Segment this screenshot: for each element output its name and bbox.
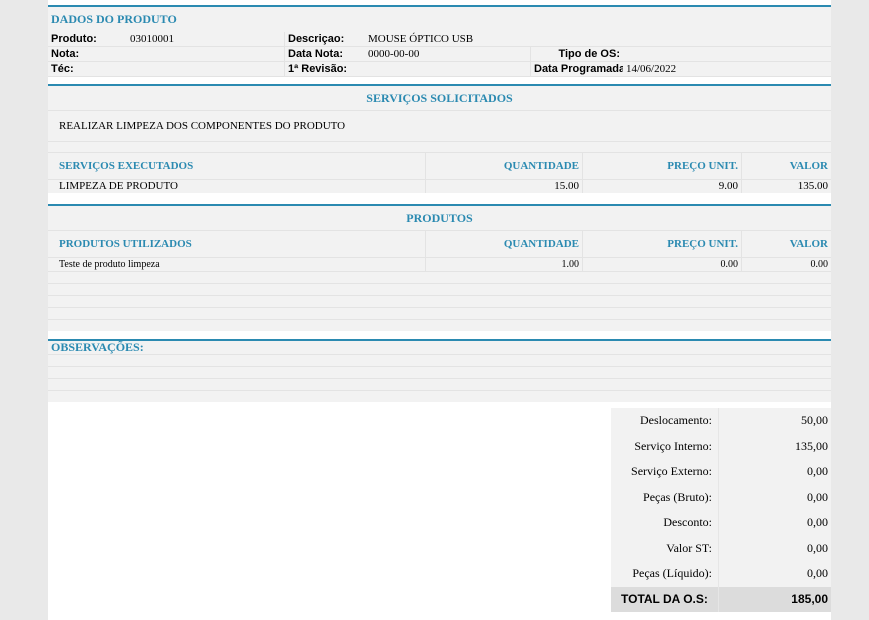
product-desc: Teste de produto limpeza	[48, 258, 426, 271]
service-value: 135.00	[797, 180, 828, 192]
tec-value	[127, 62, 285, 76]
data-nota-value: 0000-00-00	[365, 47, 531, 61]
servico-externo-value: 0,00	[719, 459, 831, 485]
totals-row: Serviço Externo: 0,00	[611, 459, 831, 485]
deslocamento-value: 50,00	[719, 408, 831, 434]
table-row: Teste de produto limpeza 1.00 0.00 0.00	[48, 257, 831, 271]
product-info-row: Nota: Data Nota: 0000-00-00 Tipo de OS:	[48, 47, 831, 62]
total-row: TOTAL DA O.S: 185,00	[611, 586, 831, 612]
totals-row: Valor ST: 0,00	[611, 535, 831, 561]
descricao-value: MOUSE ÓPTICO USB	[368, 33, 474, 45]
col-quantidade: QUANTIDADE	[426, 153, 583, 179]
service-desc: LIMPEZA DE PRODUTO	[48, 180, 426, 193]
desconto-label: Desconto:	[611, 510, 719, 536]
col-preco-unit: PREÇO UNIT.	[583, 153, 742, 179]
tipo-os-label: Tipo de OS:	[558, 48, 620, 60]
produto-value: 03010001	[127, 32, 285, 46]
totals-row: Peças (Bruto): 0,00	[611, 484, 831, 510]
valor-st-value: 0,00	[719, 535, 831, 561]
produto-label: Produto:	[51, 33, 97, 45]
nota-value	[127, 47, 285, 61]
product-info-row: Téc: 1ª Revisão: Data Programada: 14/06/…	[48, 62, 831, 77]
tec-label: Téc:	[51, 63, 74, 75]
pecas-bruto-value: 0,00	[719, 484, 831, 510]
revisao-value	[365, 62, 531, 76]
total-value: 185,00	[719, 586, 831, 612]
table-row: LIMPEZA DE PRODUTO 15.00 9.00 135.00	[48, 179, 831, 193]
product-qty: 1.00	[426, 258, 583, 271]
data-programada-value: 14/06/2022	[626, 63, 677, 75]
servico-interno-value: 135,00	[719, 433, 831, 459]
revisao-label: 1ª Revisão:	[288, 63, 348, 75]
pecas-liquido-label: Peças (Líquido):	[611, 561, 719, 587]
totals-panel: Deslocamento: 50,00 Serviço Interno: 135…	[611, 408, 831, 612]
descricao-label: Descriçao:	[288, 33, 345, 45]
totals-row: Serviço Interno: 135,00	[611, 433, 831, 459]
product-section-title: DADOS DO PRODUTO	[48, 7, 831, 32]
col-valor: VALOR	[789, 238, 828, 250]
observations-title: OBSERVAÇÕES:	[48, 341, 831, 354]
valor-st-label: Valor ST:	[611, 535, 719, 561]
deslocamento-label: Deslocamento:	[611, 408, 719, 434]
tipo-os-value	[623, 47, 831, 61]
col-servicos-executados: SERVIÇOS EXECUTADOS	[48, 153, 426, 179]
servico-externo-label: Serviço Externo:	[611, 459, 719, 485]
totals-row: Peças (Líquido): 0,00	[611, 561, 831, 587]
order-document: DADOS DO PRODUTO Produto: 03010001 Descr…	[48, 0, 831, 620]
pecas-bruto-label: Peças (Bruto):	[611, 484, 719, 510]
product-value: 0.00	[810, 259, 829, 270]
col-preco-unit: PREÇO UNIT.	[583, 231, 742, 257]
pecas-liquido-value: 0,00	[719, 561, 831, 587]
nota-label: Nota:	[51, 48, 80, 60]
totals-row: Deslocamento: 50,00	[611, 408, 831, 434]
servico-interno-label: Serviço Interno:	[611, 433, 719, 459]
totals-row: Desconto: 0,00	[611, 510, 831, 536]
col-produtos-utilizados: PRODUTOS UTILIZADOS	[48, 231, 426, 257]
data-programada-label: Data Programada:	[534, 63, 623, 75]
service-qty: 15.00	[426, 180, 583, 193]
products-table-header: PRODUTOS UTILIZADOS QUANTIDADE PREÇO UNI…	[48, 230, 831, 257]
services-description: REALIZAR LIMPEZA DOS COMPONENTES DO PROD…	[48, 110, 831, 141]
col-quantidade: QUANTIDADE	[426, 231, 583, 257]
products-section-title: PRODUTOS	[48, 206, 831, 230]
desconto-value: 0,00	[719, 510, 831, 536]
services-section-title: SERVIÇOS SOLICITADOS	[48, 86, 831, 110]
product-info-row: Produto: 03010001 Descriçao: MOUSE ÓPTIC…	[48, 32, 831, 47]
product-price: 0.00	[583, 258, 742, 271]
service-price: 9.00	[583, 180, 742, 193]
total-label: TOTAL DA O.S:	[611, 586, 719, 612]
data-nota-label: Data Nota:	[288, 48, 344, 60]
col-valor: VALOR	[789, 160, 828, 172]
services-table-header: SERVIÇOS EXECUTADOS QUANTIDADE PREÇO UNI…	[48, 152, 831, 179]
